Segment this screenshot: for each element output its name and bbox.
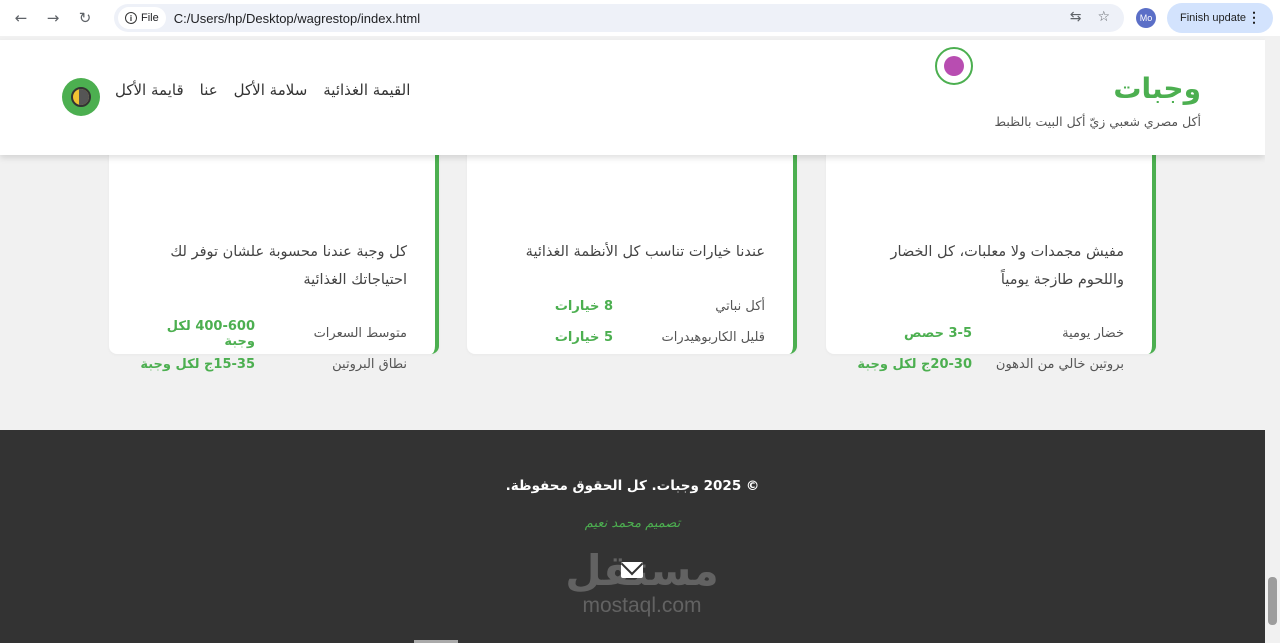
finish-update-button[interactable]: Finish update ⋮ (1167, 3, 1273, 33)
stat-label: بروتين خالي من الدهون (995, 357, 1124, 372)
stat-row: نطاق البروتين 15-35ج لكل وجبة (137, 349, 407, 380)
finish-update-label: Finish update (1180, 12, 1247, 24)
stat-value: 15-35ج لكل وجبة (140, 357, 255, 372)
nav-nutrition[interactable]: القيمة الغذائية (323, 81, 410, 99)
card-description: مفيش مجمدات ولا معلبات، كل الخضار واللحو… (890, 244, 1124, 288)
profile-avatar[interactable]: Mo (1136, 8, 1156, 28)
card-description: عندنا خيارات تناسب كل الأنظمة الغذائية (525, 244, 765, 260)
bookmark-star-icon[interactable]: ☆ (1097, 9, 1110, 25)
stat-value: 20-30ج لكل وجبة (857, 357, 972, 372)
mail-icon[interactable] (621, 562, 643, 578)
scrollbar-thumb[interactable] (1268, 577, 1277, 625)
theme-toggle-button[interactable] (62, 78, 100, 116)
site-footer: © 2025 وجبات. كل الحقوق محفوظة. تصميم مح… (0, 430, 1265, 643)
main-nav: قايمة الأكل عنا سلامة الأكل القيمة الغذا… (115, 81, 410, 99)
forward-arrow-icon[interactable]: → (42, 7, 64, 29)
card-stats: متوسط السعرات 400-600 لكل وجبة نطاق البر… (137, 318, 407, 380)
stat-row: متوسط السعرات 400-600 لكل وجبة (137, 318, 407, 349)
url-text[interactable]: C:/Users/hp/Desktop/wagrestop/index.html (174, 11, 420, 26)
brand-logo-text[interactable]: وجبات (1113, 72, 1201, 105)
stat-label: متوسط السعرات (313, 326, 407, 341)
nav-about[interactable]: عنا (200, 81, 218, 99)
menu-dots-icon[interactable]: ⋮ (1247, 10, 1261, 24)
card-description: كل وجبة عندنا محسوبة علشان توفر لك احتيا… (170, 244, 407, 288)
browser-toolbar: ← → ↻ i File C:/Users/hp/Desktop/wagrest… (0, 0, 1280, 36)
info-icon: i (125, 12, 137, 24)
card-stats: خضار يومية 3-5 حصص بروتين خالي من الدهون… (854, 318, 1124, 380)
stat-row: خضار يومية 3-5 حصص (854, 318, 1124, 349)
address-bar[interactable]: i File C:/Users/hp/Desktop/wagrestop/ind… (114, 4, 1124, 32)
stat-value: 5 خيارات (554, 330, 613, 345)
file-chip-label: File (141, 12, 159, 24)
page-scrollbar[interactable] (1265, 36, 1280, 643)
stat-row: بروتين خالي من الدهون 20-30ج لكل وجبة (854, 349, 1124, 380)
back-arrow-icon[interactable]: ← (10, 7, 32, 29)
card-stats: أكل نباتي 8 خيارات قليل الكاربوهيدرات 5 … (495, 291, 765, 353)
copyright-text: © 2025 وجبات. كل الحقوق محفوظة. (505, 478, 760, 494)
nav-menu[interactable]: قايمة الأكل (115, 81, 184, 99)
brand-circle-icon (935, 47, 973, 85)
site-info-chip[interactable]: i File (118, 7, 166, 29)
stat-label: أكل نباتي (715, 299, 765, 314)
stat-label: خضار يومية (1062, 326, 1124, 341)
watermark-latin: mostaql.com (582, 594, 702, 617)
stat-row: أكل نباتي 8 خيارات (495, 291, 765, 322)
stat-row: قليل الكاربوهيدرات 5 خيارات (495, 322, 765, 353)
brand-tagline: أكل مصري شعبي زيّ أكل البيت بالظبط (994, 114, 1201, 129)
nav-food-safety[interactable]: سلامة الأكل (234, 81, 308, 99)
stat-label: قليل الكاربوهيدرات (661, 330, 765, 345)
stat-value: 400-600 لكل وجبة (166, 318, 255, 349)
translate-icon[interactable]: ⇆ (1070, 9, 1082, 25)
stat-value: 3-5 حصص (904, 326, 972, 341)
half-moon-icon (71, 87, 91, 107)
designer-credit[interactable]: تصميم محمد نعيم (0, 516, 1265, 531)
site-header: وجبات أكل مصري شعبي زيّ أكل البيت بالظبط… (0, 40, 1265, 155)
mostaql-watermark: مستقل mostaql.com (562, 548, 722, 618)
reload-icon[interactable]: ↻ (74, 7, 96, 29)
stat-value: 8 خيارات (554, 299, 613, 314)
stat-label: نطاق البروتين (332, 357, 407, 372)
